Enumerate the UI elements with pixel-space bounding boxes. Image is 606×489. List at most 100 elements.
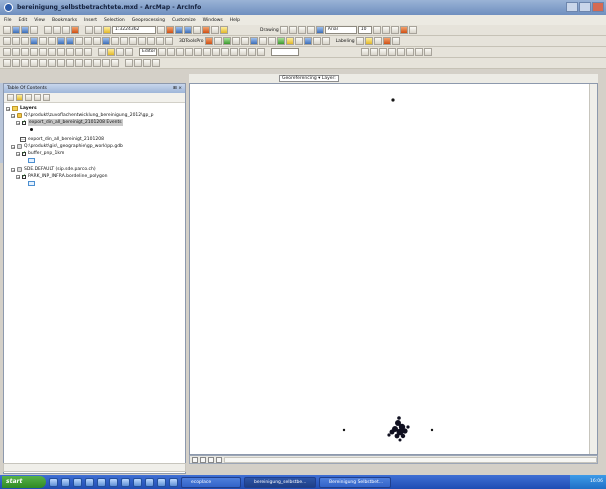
- collapse-icon[interactable]: −: [11, 144, 15, 149]
- zoom-out-button[interactable]: [12, 37, 20, 45]
- layer-label[interactable]: export_din_all_bereinigt_2101208 Events: [28, 119, 123, 126]
- tools-pro-button-2[interactable]: [213, 37, 222, 45]
- taskbar-item[interactable]: bereinigung_selbstbe...: [244, 476, 316, 488]
- menu-selection[interactable]: Selection: [104, 18, 125, 23]
- toc-horizontal-scrollbar[interactable]: [3, 463, 186, 472]
- editor-tool-6[interactable]: [48, 48, 56, 56]
- quicklaunch-icon-1[interactable]: [49, 477, 58, 487]
- collapse-icon[interactable]: −: [16, 120, 20, 125]
- folder-node[interactable]: − SDE.DEFAULT (sip.sde.parco.ch): [6, 166, 183, 173]
- model-builder-button[interactable]: [220, 26, 228, 34]
- snapping-button[interactable]: [257, 48, 265, 56]
- map-vertical-scrollbar[interactable]: [589, 84, 597, 454]
- labeling-label[interactable]: Labeling: [336, 39, 355, 44]
- start-button[interactable]: start: [2, 476, 46, 488]
- full-extent-button[interactable]: [30, 37, 38, 45]
- misc-tool-13[interactable]: [111, 59, 119, 67]
- close-button[interactable]: [592, 2, 604, 12]
- quicklaunch-icon-8[interactable]: [133, 477, 142, 487]
- misc-tool-12[interactable]: [102, 59, 110, 67]
- misc-tool-5[interactable]: [39, 59, 47, 67]
- layer-label[interactable]: buffer_pnp_1km: [28, 150, 64, 157]
- misc-tool-9[interactable]: [75, 59, 83, 67]
- clock[interactable]: 16:06: [590, 479, 603, 484]
- georef-tool-6[interactable]: [406, 48, 414, 56]
- editor-tool-7[interactable]: [57, 48, 65, 56]
- layer-node[interactable]: − PARK_INP_INFRA.bordeline_polygon: [6, 173, 183, 180]
- collapse-icon[interactable]: −: [16, 174, 20, 179]
- attributes-button[interactable]: [230, 48, 238, 56]
- menu-customize[interactable]: Customize: [172, 18, 196, 23]
- lock-labels-button[interactable]: [382, 37, 391, 45]
- split-button[interactable]: [212, 48, 220, 56]
- trace-button[interactable]: [176, 48, 184, 56]
- editor-menu-button[interactable]: Editor: [139, 48, 157, 56]
- misc-tool-4[interactable]: [30, 59, 38, 67]
- editor-tool-5[interactable]: [39, 48, 47, 56]
- layer-visibility-checkbox[interactable]: [22, 119, 26, 126]
- layer-node[interactable]: − export_din_all_bereinigt_2101208 Event…: [6, 119, 183, 126]
- editor-tool-8[interactable]: [66, 48, 74, 56]
- layer-node[interactable]: − buffer_pnp_1km: [6, 150, 183, 157]
- sketch-properties-button[interactable]: [239, 48, 247, 56]
- point-button[interactable]: [185, 48, 193, 56]
- tools-pro-button-7[interactable]: [258, 37, 267, 45]
- menu-view[interactable]: View: [34, 18, 45, 23]
- arctoolbox-button[interactable]: [202, 26, 210, 34]
- georeferencing-layer-select[interactable]: Georeferencing ▾ Layer:: [279, 75, 339, 82]
- redo-button[interactable]: [94, 26, 102, 34]
- select-elements-tool[interactable]: [93, 37, 101, 45]
- editor-tool-13[interactable]: [116, 48, 124, 56]
- font-color-button[interactable]: [399, 26, 408, 34]
- quicklaunch-icon-10[interactable]: [157, 477, 166, 487]
- georef-tool-3[interactable]: [379, 48, 387, 56]
- find-route-button[interactable]: [147, 37, 155, 45]
- taskbar-item[interactable]: ecoplace: [181, 476, 241, 488]
- polygon-symbol-icon[interactable]: [28, 181, 35, 186]
- quicklaunch-icon-9[interactable]: [145, 477, 154, 487]
- layer-label[interactable]: PARK_INP_INFRA.bordeline_polygon: [28, 173, 108, 180]
- label-weight-button[interactable]: [373, 37, 382, 45]
- tools-pro-button-1[interactable]: [204, 37, 213, 45]
- tools-pro-button-11[interactable]: [294, 37, 303, 45]
- georef-tool-8[interactable]: [424, 48, 432, 56]
- cut-polygons-button[interactable]: [203, 48, 211, 56]
- data-view-button[interactable]: [200, 456, 206, 463]
- menu-geoprocessing[interactable]: Geoprocessing: [132, 18, 165, 23]
- misc-tool-8[interactable]: [66, 59, 74, 67]
- find-button[interactable]: [138, 37, 146, 45]
- save-button[interactable]: [21, 26, 29, 34]
- event-point[interactable]: [391, 98, 395, 102]
- list-by-selection-button[interactable]: [34, 94, 41, 101]
- tools-pro-button-5[interactable]: [240, 37, 249, 45]
- tools-pro-label[interactable]: 3DToolsPro: [179, 39, 204, 44]
- paste-button[interactable]: [62, 26, 70, 34]
- menu-edit[interactable]: Edit: [19, 18, 28, 23]
- menu-help[interactable]: Help: [230, 18, 240, 23]
- select-features-button[interactable]: [75, 37, 83, 45]
- font-size-select[interactable]: 10: [357, 26, 372, 34]
- georef-tool-2[interactable]: [370, 48, 378, 56]
- georef-tool-5[interactable]: [397, 48, 405, 56]
- folder-node[interactable]: − Q:\produkt\gis\_geographie\gp_work\pp.…: [6, 143, 183, 150]
- add-data-button[interactable]: [103, 26, 111, 34]
- search-button[interactable]: [193, 26, 201, 34]
- georef-tool-4[interactable]: [388, 48, 396, 56]
- table-node[interactable]: export_din_all_bereinigt_2101208: [6, 136, 183, 143]
- tools-pro-button-8[interactable]: [267, 37, 276, 45]
- scale-dropdown-button[interactable]: [157, 26, 165, 34]
- taskbar-item[interactable]: Bereinigung Selbstbet...: [319, 476, 391, 488]
- editor-toolbar-button[interactable]: [166, 26, 174, 34]
- undo-button[interactable]: [85, 26, 93, 34]
- layer-visibility-checkbox[interactable]: [22, 173, 26, 180]
- time-slider-button[interactable]: [165, 37, 173, 45]
- toc-options-button[interactable]: [43, 94, 50, 101]
- menu-bookmarks[interactable]: Bookmarks: [52, 18, 77, 23]
- line-color-button[interactable]: [408, 26, 417, 34]
- select-elements-button[interactable]: [279, 26, 288, 34]
- map-horizontal-scrollbar[interactable]: [224, 456, 597, 463]
- editor-tool-14[interactable]: [125, 48, 133, 56]
- view-unplaced-button[interactable]: [391, 37, 400, 45]
- create-features-button[interactable]: [248, 48, 256, 56]
- pause-drawing-button[interactable]: [216, 456, 222, 463]
